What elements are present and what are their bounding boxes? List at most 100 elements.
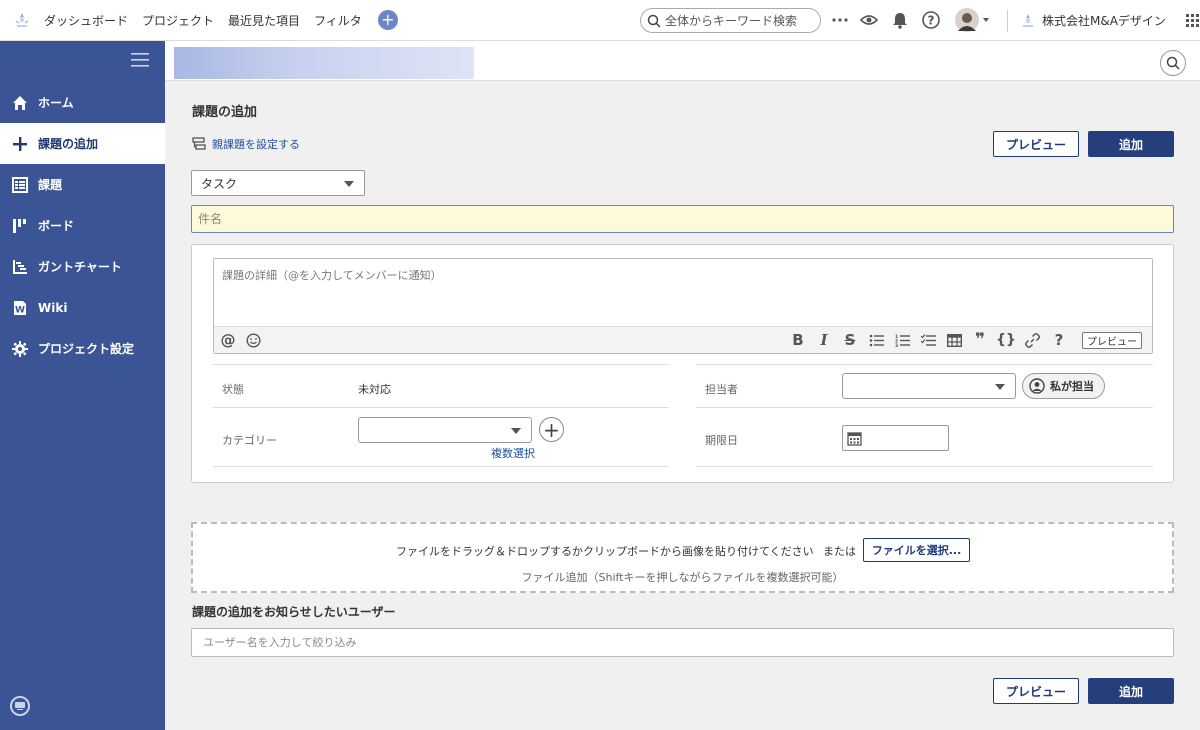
bell-icon[interactable]	[890, 10, 910, 30]
search-icon[interactable]	[1160, 50, 1186, 76]
issue-details-panel: @ B I S 123 ❞ {}	[191, 244, 1174, 483]
assignee-select[interactable]	[842, 373, 1016, 399]
list-icon	[12, 176, 28, 193]
notify-users-label: 課題の追加をお知らせしたいユーザー	[192, 605, 396, 619]
chevron-down-icon	[995, 384, 1005, 390]
preview-button-bottom[interactable]: プレビュー	[993, 678, 1079, 704]
board-icon	[12, 218, 28, 234]
status-label: 状態	[222, 383, 244, 396]
choose-file-button[interactable]: ファイルを選択...	[863, 538, 970, 562]
link-icon[interactable]	[1024, 332, 1040, 348]
sidebar-item-board[interactable]: ボード	[0, 205, 165, 246]
eye-icon[interactable]	[859, 10, 879, 30]
sidebar-item-label: Wiki	[38, 300, 68, 315]
global-search[interactable]	[640, 8, 821, 33]
help-icon[interactable]: ?	[1051, 331, 1067, 349]
bold-icon[interactable]: B	[790, 331, 806, 349]
avatar[interactable]	[955, 7, 991, 33]
code-icon[interactable]: {}	[996, 332, 1016, 348]
global-search-input[interactable]	[665, 13, 815, 28]
apps-grid-icon[interactable]	[1185, 13, 1200, 28]
sidebar-item-label: 課題	[38, 178, 63, 192]
strikethrough-icon[interactable]: S	[842, 331, 858, 349]
nav-recent[interactable]: 最近見た項目	[228, 12, 300, 29]
assign-me-button[interactable]: 私が担当	[1022, 373, 1105, 399]
sidebar-item-label: プロジェクト設定	[38, 342, 135, 356]
due-date-label: 期限日	[705, 434, 738, 447]
toolbar-preview-button[interactable]: プレビュー	[1082, 332, 1142, 349]
sidebar-item-gantt[interactable]: ガントチャート	[0, 246, 165, 287]
emoji-icon[interactable]	[245, 332, 261, 348]
company-name: 株式会社M&Aデザイン	[1042, 14, 1166, 28]
add-category-button[interactable]: +	[539, 417, 564, 442]
bullet-list-icon[interactable]	[868, 332, 884, 348]
numbered-list-icon[interactable]: 123	[894, 332, 910, 348]
help-icon[interactable]: ?	[921, 10, 941, 30]
main-content: 課題の追加 親課題を設定する プレビュー 追加 タスク @ B I S	[165, 81, 1200, 730]
nav-project[interactable]: プロジェクト	[142, 12, 214, 29]
subject-field[interactable]	[191, 205, 1174, 233]
issue-type-select[interactable]: タスク	[191, 170, 365, 196]
sidebar-item-add-issue[interactable]: 課題の追加	[0, 123, 165, 164]
divider	[696, 466, 1153, 467]
quote-icon[interactable]: ❞	[972, 330, 988, 350]
mention-icon[interactable]: @	[220, 331, 236, 349]
table-icon[interactable]	[946, 332, 962, 348]
home-icon	[12, 95, 28, 111]
checklist-icon[interactable]	[920, 332, 936, 348]
notify-users-field[interactable]	[191, 628, 1174, 657]
sidebar-item-wiki[interactable]: W Wiki	[0, 287, 165, 328]
due-date-input[interactable]	[842, 425, 949, 451]
sidebar-item-issues[interactable]: 課題	[0, 164, 165, 205]
divider	[696, 364, 1153, 365]
project-banner	[174, 47, 474, 79]
multi-select-link[interactable]: 複数選択	[491, 445, 535, 461]
page-title: 課題の追加	[192, 105, 258, 120]
status-value: 未対応	[358, 383, 391, 396]
category-label: カテゴリー	[222, 434, 277, 447]
user-icon	[1029, 378, 1045, 394]
calendar-icon	[847, 431, 862, 446]
description-editor: @ B I S 123 ❞ {}	[213, 258, 1153, 354]
chat-icon[interactable]	[10, 696, 30, 716]
divider	[213, 466, 669, 467]
sidebar-item-label: ボード	[38, 219, 75, 233]
divider	[213, 407, 669, 408]
italic-icon[interactable]: I	[816, 331, 832, 349]
company-logo-icon	[1023, 13, 1033, 27]
nav-dashboard[interactable]: ダッシュボード	[44, 12, 128, 29]
svg-text:3: 3	[895, 343, 898, 347]
category-select[interactable]	[358, 417, 532, 443]
subject-input[interactable]	[198, 212, 1173, 226]
company-switcher[interactable]: 株式会社M&Aデザイン	[1020, 0, 1200, 41]
sidebar-item-label: ホーム	[38, 96, 74, 110]
notify-users-input[interactable]	[203, 636, 1173, 649]
divider	[213, 364, 669, 365]
svg-text:W: W	[15, 305, 25, 315]
hamburger-icon[interactable]	[131, 53, 149, 67]
add-button[interactable]: 追加	[1088, 131, 1174, 157]
chevron-down-icon	[511, 428, 521, 434]
dropzone-text: ファイルをドラッグ＆ドロップするかクリップボードから画像を貼り付けてください	[396, 545, 814, 558]
top-bar: ダッシュボード プロジェクト 最近見た項目 フィルタ + ? 株式会社M&Aデザ…	[0, 0, 1200, 41]
set-parent-issue-link[interactable]: 親課題を設定する	[192, 136, 300, 152]
sidebar-item-home[interactable]: ホーム	[0, 82, 165, 123]
sidebar: ホーム 課題の追加 課題 ボード ガントチャート W Wiki プロジェクト設定	[0, 41, 165, 730]
svg-text:?: ?	[928, 14, 935, 28]
more-icon[interactable]	[830, 10, 850, 30]
description-textarea[interactable]	[214, 259, 1152, 327]
sidebar-item-label: ガントチャート	[38, 260, 122, 274]
dropzone-or: または	[823, 545, 856, 558]
issue-type-value: タスク	[201, 176, 238, 191]
add-plus-icon[interactable]: +	[377, 10, 398, 30]
app-logo-icon[interactable]	[12, 10, 32, 30]
preview-button[interactable]: プレビュー	[993, 131, 1079, 157]
assignee-label: 担当者	[705, 383, 738, 396]
assign-me-label: 私が担当	[1050, 380, 1094, 393]
add-button-bottom[interactable]: 追加	[1088, 678, 1174, 704]
sidebar-item-project-settings[interactable]: プロジェクト設定	[0, 328, 165, 369]
file-dropzone[interactable]: ファイルをドラッグ＆ドロップするかクリップボードから画像を貼り付けてください ま…	[191, 522, 1174, 593]
parent-issue-icon	[192, 137, 206, 150]
nav-filter[interactable]: フィルタ	[314, 12, 362, 29]
chevron-down-icon	[344, 181, 354, 187]
